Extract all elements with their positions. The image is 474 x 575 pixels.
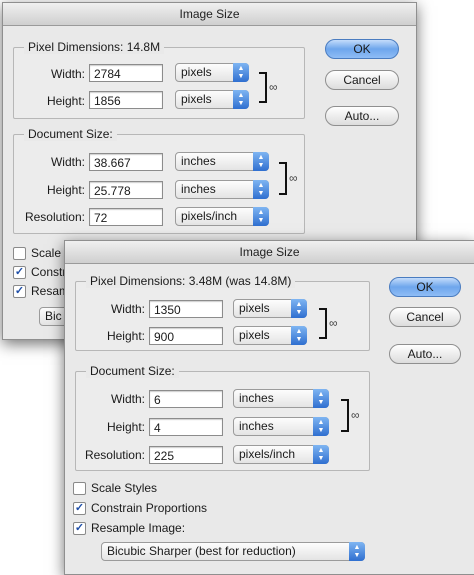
document-size-legend: Document Size: — [24, 127, 117, 141]
pixel-width-unit-select[interactable]: pixels ▲ ▼ — [175, 63, 249, 82]
link-bracket — [279, 162, 287, 195]
cancel-button[interactable]: Cancel — [325, 70, 399, 90]
resolution-label: Resolution: — [84, 448, 145, 462]
constrain-proportions-label: Constrain Proportions — [91, 501, 208, 515]
doc-height-unit-select[interactable]: inches ▲ ▼ — [175, 180, 269, 199]
up-down-arrows-icon: ▲ ▼ — [313, 417, 329, 436]
doc-width-input[interactable]: 6 — [149, 390, 223, 408]
chain-link-icon: ∞ — [269, 80, 278, 94]
image-size-dialog-resized: Image Size Pixel Dimensions: 3.48M (was … — [64, 240, 474, 575]
doc-width-unit-select[interactable]: inches ▲ ▼ — [233, 389, 329, 408]
chain-link-icon: ∞ — [351, 408, 360, 422]
resample-image-label: Resample Image: — [91, 521, 186, 535]
pixel-height-label: Height: — [46, 94, 85, 108]
doc-width-input[interactable]: 38.667 — [89, 153, 163, 171]
constrain-proportions-checkbox[interactable]: ✓ — [73, 502, 86, 515]
resolution-input[interactable]: 225 — [149, 446, 223, 464]
pixel-dimensions-legend: Pixel Dimensions: 3.48M (was 14.8M) — [86, 274, 296, 288]
pixel-height-unit-select[interactable]: pixels ▲ ▼ — [175, 90, 249, 109]
pixel-size-value: 14.8M — [126, 40, 161, 54]
up-down-arrows-icon: ▲ ▼ — [313, 445, 329, 464]
pixel-dimensions-legend: Pixel Dimensions: 14.8M — [24, 40, 165, 54]
ok-button[interactable]: OK — [389, 277, 461, 297]
checkmark-icon: ✓ — [14, 266, 25, 278]
document-size-legend: Document Size: — [86, 364, 179, 378]
pixel-height-input[interactable]: 1856 — [89, 91, 163, 109]
auto-button[interactable]: Auto... — [389, 344, 461, 364]
constrain-proportions-label: Constr — [31, 265, 67, 279]
checkmark-icon: ✓ — [14, 285, 25, 297]
up-down-arrows-icon: ▲ ▼ — [313, 389, 329, 408]
resolution-unit-select[interactable]: pixels/inch ▲ ▼ — [175, 207, 269, 226]
pixel-height-unit-select[interactable]: pixels ▲ ▼ — [233, 326, 307, 345]
up-down-arrows-icon: ▲ ▼ — [291, 326, 307, 345]
doc-height-unit-select[interactable]: inches ▲ ▼ — [233, 417, 329, 436]
dialog-title: Image Size — [65, 241, 474, 264]
pixel-size-value: 3.48M (was 14.8M) — [188, 274, 292, 288]
link-bracket — [341, 399, 349, 432]
resolution-label: Resolution: — [24, 210, 85, 224]
checkmark-icon: ✓ — [74, 522, 85, 534]
up-down-arrows-icon: ▲ ▼ — [233, 63, 249, 82]
doc-height-label: Height: — [46, 183, 85, 197]
doc-height-input[interactable]: 4 — [149, 418, 223, 436]
up-down-arrows-icon: ▲ ▼ — [233, 90, 249, 109]
ok-button[interactable]: OK — [325, 39, 399, 59]
up-down-arrows-icon: ▲ ▼ — [291, 299, 307, 318]
link-bracket — [319, 308, 327, 339]
doc-width-label: Width: — [50, 155, 85, 169]
resample-method-select[interactable]: Bicubic Sharper (best for reduction) ▲ ▼ — [101, 542, 365, 561]
up-down-arrows-icon: ▲ ▼ — [253, 207, 269, 226]
pixel-height-input[interactable]: 900 — [149, 327, 223, 345]
pixel-width-input[interactable]: 2784 — [89, 64, 163, 82]
auto-button[interactable]: Auto... — [325, 106, 399, 126]
up-down-arrows-icon: ▲ ▼ — [349, 542, 365, 561]
cancel-button[interactable]: Cancel — [389, 307, 461, 327]
doc-width-unit-select[interactable]: inches ▲ ▼ — [175, 152, 269, 171]
dialog-title: Image Size — [3, 3, 416, 26]
chain-link-icon: ∞ — [289, 171, 298, 185]
pixel-width-input[interactable]: 1350 — [149, 300, 223, 318]
scale-styles-label: Scale Styles — [91, 481, 158, 495]
constrain-proportions-checkbox[interactable]: ✓ — [13, 266, 26, 279]
chain-link-icon: ∞ — [329, 316, 338, 330]
up-down-arrows-icon: ▲ ▼ — [253, 180, 269, 199]
resolution-input[interactable]: 72 — [89, 208, 163, 226]
checkmark-icon: ✓ — [74, 502, 85, 514]
link-bracket — [259, 72, 267, 103]
resample-image-checkbox[interactable]: ✓ — [73, 522, 86, 535]
scale-styles-checkbox[interactable] — [73, 482, 86, 495]
resolution-unit-select[interactable]: pixels/inch ▲ ▼ — [233, 445, 329, 464]
doc-height-input[interactable]: 25.778 — [89, 181, 163, 199]
doc-width-label: Width: — [110, 392, 145, 406]
up-down-arrows-icon: ▲ ▼ — [253, 152, 269, 171]
pixel-height-label: Height: — [106, 329, 145, 343]
pixel-width-unit-select[interactable]: pixels ▲ ▼ — [233, 299, 307, 318]
pixel-width-label: Width: — [110, 302, 145, 316]
resample-image-checkbox[interactable]: ✓ — [13, 285, 26, 298]
pixel-width-label: Width: — [50, 67, 85, 81]
scale-styles-checkbox[interactable] — [13, 247, 26, 260]
doc-height-label: Height: — [106, 420, 145, 434]
